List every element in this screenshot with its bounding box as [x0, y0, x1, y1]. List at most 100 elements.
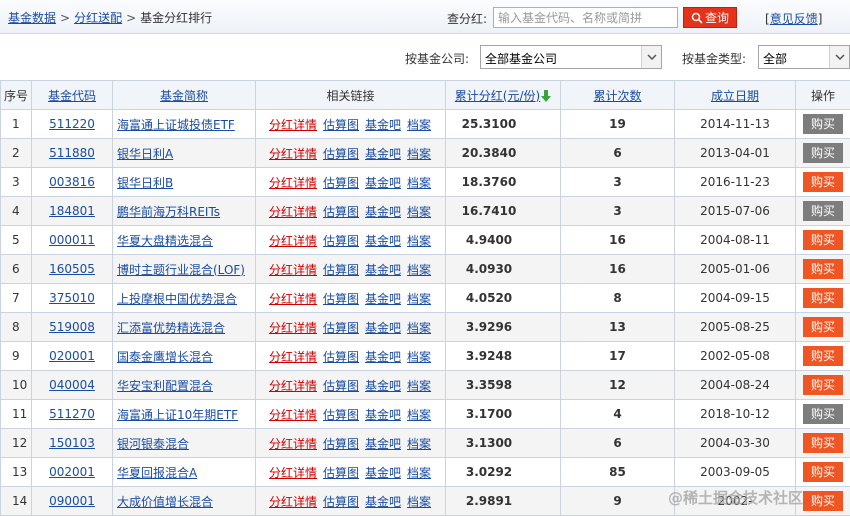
fund-forum-link[interactable]: 基金吧	[365, 234, 401, 248]
estimate-chart-link[interactable]: 估算图	[323, 118, 359, 132]
dividend-detail-link[interactable]: 分红详情	[269, 118, 317, 132]
fund-forum-link[interactable]: 基金吧	[365, 466, 401, 480]
estimate-chart-link[interactable]: 估算图	[323, 263, 359, 277]
estimate-chart-link[interactable]: 估算图	[323, 437, 359, 451]
dividend-detail-link[interactable]: 分红详情	[269, 350, 317, 364]
fund-code-link[interactable]: 090001	[49, 494, 95, 508]
archive-link[interactable]: 档案	[407, 147, 431, 161]
fund-code-link[interactable]: 040004	[49, 378, 95, 392]
archive-link[interactable]: 档案	[407, 379, 431, 393]
fund-forum-link[interactable]: 基金吧	[365, 205, 401, 219]
fund-forum-link[interactable]: 基金吧	[365, 495, 401, 509]
archive-link[interactable]: 档案	[407, 350, 431, 364]
dividend-detail-link[interactable]: 分红详情	[269, 437, 317, 451]
buy-button[interactable]: 购买	[803, 462, 843, 482]
fund-name-link[interactable]: 银华日利B	[117, 176, 173, 190]
estimate-chart-link[interactable]: 估算图	[323, 147, 359, 161]
dividend-detail-link[interactable]: 分红详情	[269, 495, 317, 509]
fund-name-link[interactable]: 汇添富优势精选混合	[117, 321, 225, 335]
fund-code-link[interactable]: 003816	[49, 175, 95, 189]
company-select[interactable]: 全部基金公司	[480, 45, 662, 69]
header-date[interactable]: 成立日期	[674, 80, 796, 110]
breadcrumb-fund-data[interactable]: 基金数据	[8, 11, 56, 25]
archive-link[interactable]: 档案	[407, 408, 431, 422]
archive-link[interactable]: 档案	[407, 234, 431, 248]
buy-button[interactable]: 购买	[803, 114, 843, 134]
fund-name-link[interactable]: 海富通上证10年期ETF	[117, 408, 238, 422]
fund-code-link[interactable]: 511220	[49, 117, 95, 131]
estimate-chart-link[interactable]: 估算图	[323, 466, 359, 480]
archive-link[interactable]: 档案	[407, 263, 431, 277]
dividend-detail-link[interactable]: 分红详情	[269, 263, 317, 277]
fund-code-link[interactable]: 511270	[49, 407, 95, 421]
sort-by-date[interactable]: 成立日期	[711, 89, 759, 103]
header-code[interactable]: 基金代码	[31, 80, 113, 110]
fund-name-link[interactable]: 博时主题行业混合(LOF)	[117, 263, 245, 277]
fund-code-link[interactable]: 002001	[49, 465, 95, 479]
archive-link[interactable]: 档案	[407, 292, 431, 306]
fund-name-link[interactable]: 银华日利A	[117, 147, 173, 161]
fund-forum-link[interactable]: 基金吧	[365, 408, 401, 422]
fund-code-link[interactable]: 184801	[49, 204, 95, 218]
fund-name-link[interactable]: 鹏华前海万科REITs	[117, 205, 220, 219]
buy-button[interactable]: 购买	[803, 201, 843, 221]
buy-button[interactable]: 购买	[803, 433, 843, 453]
type-select[interactable]: 全部	[758, 45, 850, 69]
dividend-detail-link[interactable]: 分红详情	[269, 292, 317, 306]
fund-name-link[interactable]: 华夏大盘精选混合	[117, 234, 213, 248]
fund-code-link[interactable]: 020001	[49, 349, 95, 363]
dividend-detail-link[interactable]: 分红详情	[269, 147, 317, 161]
fund-forum-link[interactable]: 基金吧	[365, 321, 401, 335]
estimate-chart-link[interactable]: 估算图	[323, 205, 359, 219]
dividend-detail-link[interactable]: 分红详情	[269, 205, 317, 219]
fund-code-link[interactable]: 000011	[49, 233, 95, 247]
fund-code-link[interactable]: 511880	[49, 146, 95, 160]
archive-link[interactable]: 档案	[407, 466, 431, 480]
sort-by-code[interactable]: 基金代码	[48, 89, 96, 103]
buy-button[interactable]: 购买	[803, 172, 843, 192]
header-name[interactable]: 基金简称	[112, 80, 256, 110]
fund-code-link[interactable]: 375010	[49, 291, 95, 305]
fund-forum-link[interactable]: 基金吧	[365, 118, 401, 132]
header-dividend[interactable]: 累计分红(元/份)	[445, 80, 561, 110]
breadcrumb-dividend[interactable]: 分红送配	[74, 11, 122, 25]
estimate-chart-link[interactable]: 估算图	[323, 495, 359, 509]
buy-button[interactable]: 购买	[803, 404, 843, 424]
sort-by-count[interactable]: 累计次数	[593, 89, 641, 103]
fund-name-link[interactable]: 上投摩根中国优势混合	[117, 292, 237, 306]
fund-name-link[interactable]: 海富通上证城投债ETF	[117, 118, 235, 132]
sort-by-dividend[interactable]: 累计分红(元/份)	[455, 89, 540, 103]
sort-by-name[interactable]: 基金简称	[160, 89, 208, 103]
buy-button[interactable]: 购买	[803, 317, 843, 337]
archive-link[interactable]: 档案	[407, 176, 431, 190]
fund-name-link[interactable]: 华夏回报混合A	[117, 466, 197, 480]
buy-button[interactable]: 购买	[803, 259, 843, 279]
dividend-detail-link[interactable]: 分红详情	[269, 408, 317, 422]
fund-name-link[interactable]: 大成价值增长混合	[117, 495, 213, 509]
estimate-chart-link[interactable]: 估算图	[323, 234, 359, 248]
estimate-chart-link[interactable]: 估算图	[323, 408, 359, 422]
fund-name-link[interactable]: 华安宝利配置混合	[117, 379, 213, 393]
buy-button[interactable]: 购买	[803, 230, 843, 250]
fund-forum-link[interactable]: 基金吧	[365, 379, 401, 393]
fund-forum-link[interactable]: 基金吧	[365, 350, 401, 364]
archive-link[interactable]: 档案	[407, 437, 431, 451]
fund-name-link[interactable]: 国泰金鹰增长混合	[117, 350, 213, 364]
estimate-chart-link[interactable]: 估算图	[323, 321, 359, 335]
fund-forum-link[interactable]: 基金吧	[365, 263, 401, 277]
archive-link[interactable]: 档案	[407, 205, 431, 219]
buy-button[interactable]: 购买	[803, 375, 843, 395]
dividend-detail-link[interactable]: 分红详情	[269, 466, 317, 480]
archive-link[interactable]: 档案	[407, 495, 431, 509]
estimate-chart-link[interactable]: 估算图	[323, 176, 359, 190]
fund-name-link[interactable]: 银河银泰混合	[117, 437, 189, 451]
dividend-detail-link[interactable]: 分红详情	[269, 234, 317, 248]
fund-code-link[interactable]: 160505	[49, 262, 95, 276]
estimate-chart-link[interactable]: 估算图	[323, 292, 359, 306]
search-input[interactable]	[493, 7, 678, 28]
buy-button[interactable]: 购买	[803, 143, 843, 163]
archive-link[interactable]: 档案	[407, 321, 431, 335]
buy-button[interactable]: 购买	[803, 491, 843, 511]
buy-button[interactable]: 购买	[803, 346, 843, 366]
buy-button[interactable]: 购买	[803, 288, 843, 308]
